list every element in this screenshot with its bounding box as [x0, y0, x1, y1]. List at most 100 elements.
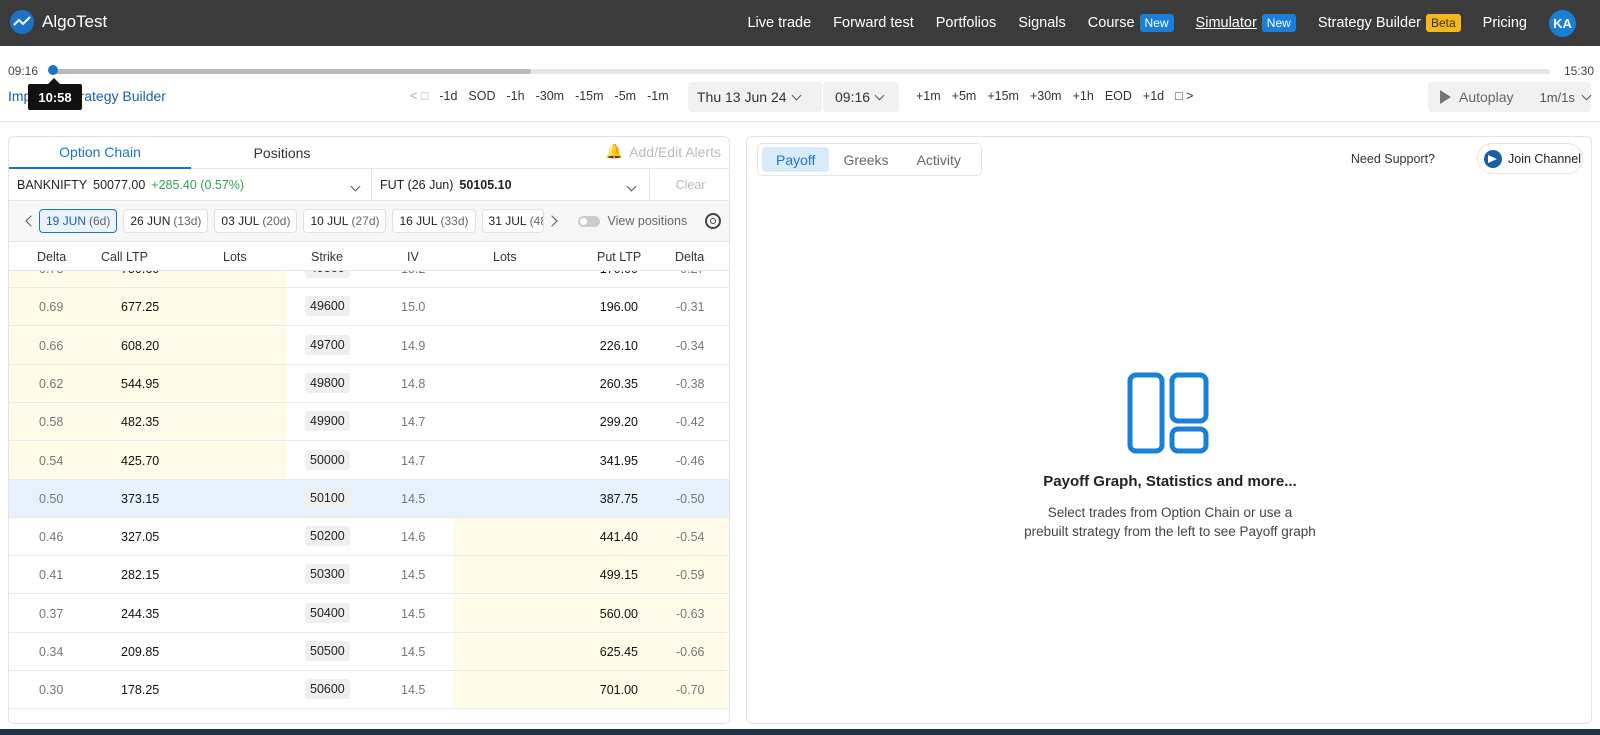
autoplay-control[interactable]: Autoplay 1m/1s: [1428, 82, 1592, 112]
underlying-selector[interactable]: BANKNIFTY 50077.00 +285.40 (0.57%): [9, 169, 372, 201]
call-ltp-cell[interactable]: 608.20: [121, 339, 159, 353]
futures-selector[interactable]: FUT (26 Jun) 50105.10: [372, 169, 650, 201]
step-eod[interactable]: EOD: [1105, 89, 1132, 103]
put-ltp-cell[interactable]: 196.00: [600, 300, 638, 314]
tab-payoff[interactable]: Payoff: [762, 147, 830, 172]
call-delta-cell: 0.50: [39, 491, 64, 506]
option-chain-row[interactable]: 0.30 178.25 50600 14.5 701.00 -0.70: [9, 671, 729, 710]
option-chain-row[interactable]: 0.46 327.05 50200 14.6 441.40 -0.54: [9, 518, 729, 557]
step-plus-30m[interactable]: +30m: [1030, 89, 1062, 103]
col-strike: Strike: [311, 250, 343, 264]
expiry-chip[interactable]: 10 JUL (27d): [303, 209, 387, 233]
speed-value[interactable]: 1m/1s: [1539, 90, 1574, 105]
call-ltp-cell[interactable]: 209.85: [121, 645, 159, 659]
timeline-handle[interactable]: [48, 65, 58, 75]
option-chain-row[interactable]: 0.58 482.35 49900 14.7 299.20 -0.42: [9, 403, 729, 442]
call-ltp-cell[interactable]: 373.15: [121, 492, 159, 506]
call-delta-cell: 0.62: [39, 376, 64, 391]
expiry-chip[interactable]: 16 JUL (33d): [392, 209, 476, 233]
chevron-left-icon[interactable]: [25, 215, 37, 227]
timeline-start: 09:16: [8, 64, 39, 78]
underlying-symbol: BANKNIFTY: [17, 178, 88, 192]
step-minus-5m[interactable]: -5m: [615, 89, 637, 103]
nav-simulator[interactable]: Simulator New: [1196, 14, 1296, 32]
tab-option-chain[interactable]: Option Chain: [9, 137, 191, 169]
step-minus-1m[interactable]: -1m: [647, 89, 669, 103]
nav-strategy-builder[interactable]: Strategy Builder Beta: [1318, 14, 1461, 32]
option-chain-row[interactable]: 0.73 750.60 49500 15.2 170.00 -0.27: [9, 271, 729, 288]
call-ltp-cell[interactable]: 327.05: [121, 530, 159, 544]
nav-live-trade[interactable]: Live trade: [747, 15, 811, 31]
call-ltp-cell[interactable]: 677.25: [121, 300, 159, 314]
step-plus-5m[interactable]: +5m: [952, 89, 977, 103]
put-ltp-cell[interactable]: 299.20: [600, 415, 638, 429]
call-ltp-cell[interactable]: 750.60: [121, 271, 159, 276]
step-plus-1h[interactable]: +1h: [1073, 89, 1094, 103]
call-ltp-cell[interactable]: 178.25: [121, 683, 159, 697]
call-ltp-cell[interactable]: 425.70: [121, 454, 159, 468]
call-delta-cell: 0.66: [39, 338, 64, 353]
time-selector[interactable]: 09:16: [823, 82, 899, 112]
nav-signals[interactable]: Signals: [1018, 15, 1066, 31]
tab-activity[interactable]: Activity: [903, 147, 975, 172]
option-chain-row[interactable]: 0.62 544.95 49800 14.8 260.35 -0.38: [9, 364, 729, 403]
step-minus-1d[interactable]: -1d: [439, 89, 457, 103]
put-ltp-cell[interactable]: 701.00: [600, 683, 638, 697]
option-chain-row[interactable]: 0.66 608.20 49700 14.9 226.10 -0.34: [9, 326, 729, 365]
iv-cell: 14.7: [401, 415, 426, 430]
expiry-chip[interactable]: 19 JUN (6d): [39, 209, 118, 233]
expiry-chip[interactable]: 26 JUN (13d): [123, 209, 209, 233]
call-ltp-cell[interactable]: 544.95: [121, 377, 159, 391]
call-ltp-cell[interactable]: 282.15: [121, 568, 159, 582]
put-ltp-cell[interactable]: 226.10: [600, 339, 638, 353]
chevron-right-icon[interactable]: [545, 215, 558, 227]
next-lock-icon[interactable]: □ >: [1175, 89, 1193, 103]
expiry-chip[interactable]: 31 JUL(48d): [481, 209, 544, 233]
step-minus-30m[interactable]: -30m: [536, 89, 564, 103]
put-ltp-cell[interactable]: 387.75: [600, 492, 638, 506]
option-chain-row[interactable]: 0.69 677.25 49600 15.0 196.00 -0.31: [9, 288, 729, 327]
put-ltp-cell[interactable]: 341.95: [600, 454, 638, 468]
put-ltp-cell[interactable]: 625.45: [600, 645, 638, 659]
view-positions-toggle[interactable]: [577, 215, 600, 227]
add-edit-alerts-button[interactable]: 🔔 Add/Edit Alerts: [606, 143, 721, 160]
put-ltp-cell[interactable]: 499.15: [600, 568, 638, 582]
option-chain-row[interactable]: 0.54 425.70 50000 14.7 341.95 -0.46: [9, 441, 729, 480]
put-ltp-cell[interactable]: 441.40: [600, 530, 638, 544]
put-delta-cell: -0.59: [676, 568, 705, 583]
date-selector[interactable]: Thu 13 Jun 24: [688, 82, 822, 112]
main-nav: Live trade Forward test Portfolios Signa…: [747, 0, 1600, 46]
step-sod[interactable]: SOD: [468, 89, 495, 103]
nav-pricing[interactable]: Pricing: [1483, 15, 1527, 31]
option-chain-row[interactable]: 0.50 373.15 50100 14.5 387.75 -0.50: [9, 479, 729, 518]
user-avatar[interactable]: KA: [1549, 9, 1576, 37]
step-plus-1m[interactable]: +1m: [916, 89, 941, 103]
underlying-price: 50077.00: [93, 178, 146, 192]
nav-forward-test[interactable]: Forward test: [833, 15, 914, 31]
put-ltp-cell[interactable]: 560.00: [600, 607, 638, 621]
step-minus-1h[interactable]: -1h: [507, 89, 525, 103]
tab-positions[interactable]: Positions: [191, 137, 373, 169]
option-chain-row[interactable]: 0.34 209.85 50500 14.5 625.45 -0.66: [9, 633, 729, 671]
tab-greeks[interactable]: Greeks: [829, 147, 902, 172]
join-channel-button[interactable]: Join Channel: [1477, 143, 1583, 174]
clear-button[interactable]: Clear: [650, 169, 729, 201]
prev-lock-icon[interactable]: < □: [410, 89, 428, 103]
gear-icon[interactable]: [705, 213, 722, 229]
put-ltp-cell[interactable]: 260.35: [600, 377, 638, 391]
option-chain-row[interactable]: 0.41 282.15 50300 14.5 499.15 -0.59: [9, 556, 729, 595]
expiry-chip[interactable]: 03 JUL (20d): [214, 209, 298, 233]
step-minus-15m[interactable]: -15m: [575, 89, 603, 103]
call-ltp-cell[interactable]: 482.35: [121, 415, 159, 429]
nav-portfolios[interactable]: Portfolios: [936, 15, 996, 31]
app-logo[interactable]: AlgoTest: [10, 10, 107, 34]
step-plus-15m[interactable]: +15m: [987, 89, 1019, 103]
strike-cell: 50400: [305, 602, 350, 623]
option-chain-row[interactable]: 0.37 244.35 50400 14.5 560.00 -0.63: [9, 594, 729, 633]
nav-course[interactable]: Course New: [1088, 14, 1174, 32]
timeline-slider[interactable]: [52, 69, 1550, 74]
call-ltp-cell[interactable]: 244.35: [121, 607, 159, 621]
step-plus-1d[interactable]: +1d: [1143, 89, 1164, 103]
put-ltp-cell[interactable]: 170.00: [600, 271, 638, 276]
strike-cell: 50300: [305, 564, 350, 585]
